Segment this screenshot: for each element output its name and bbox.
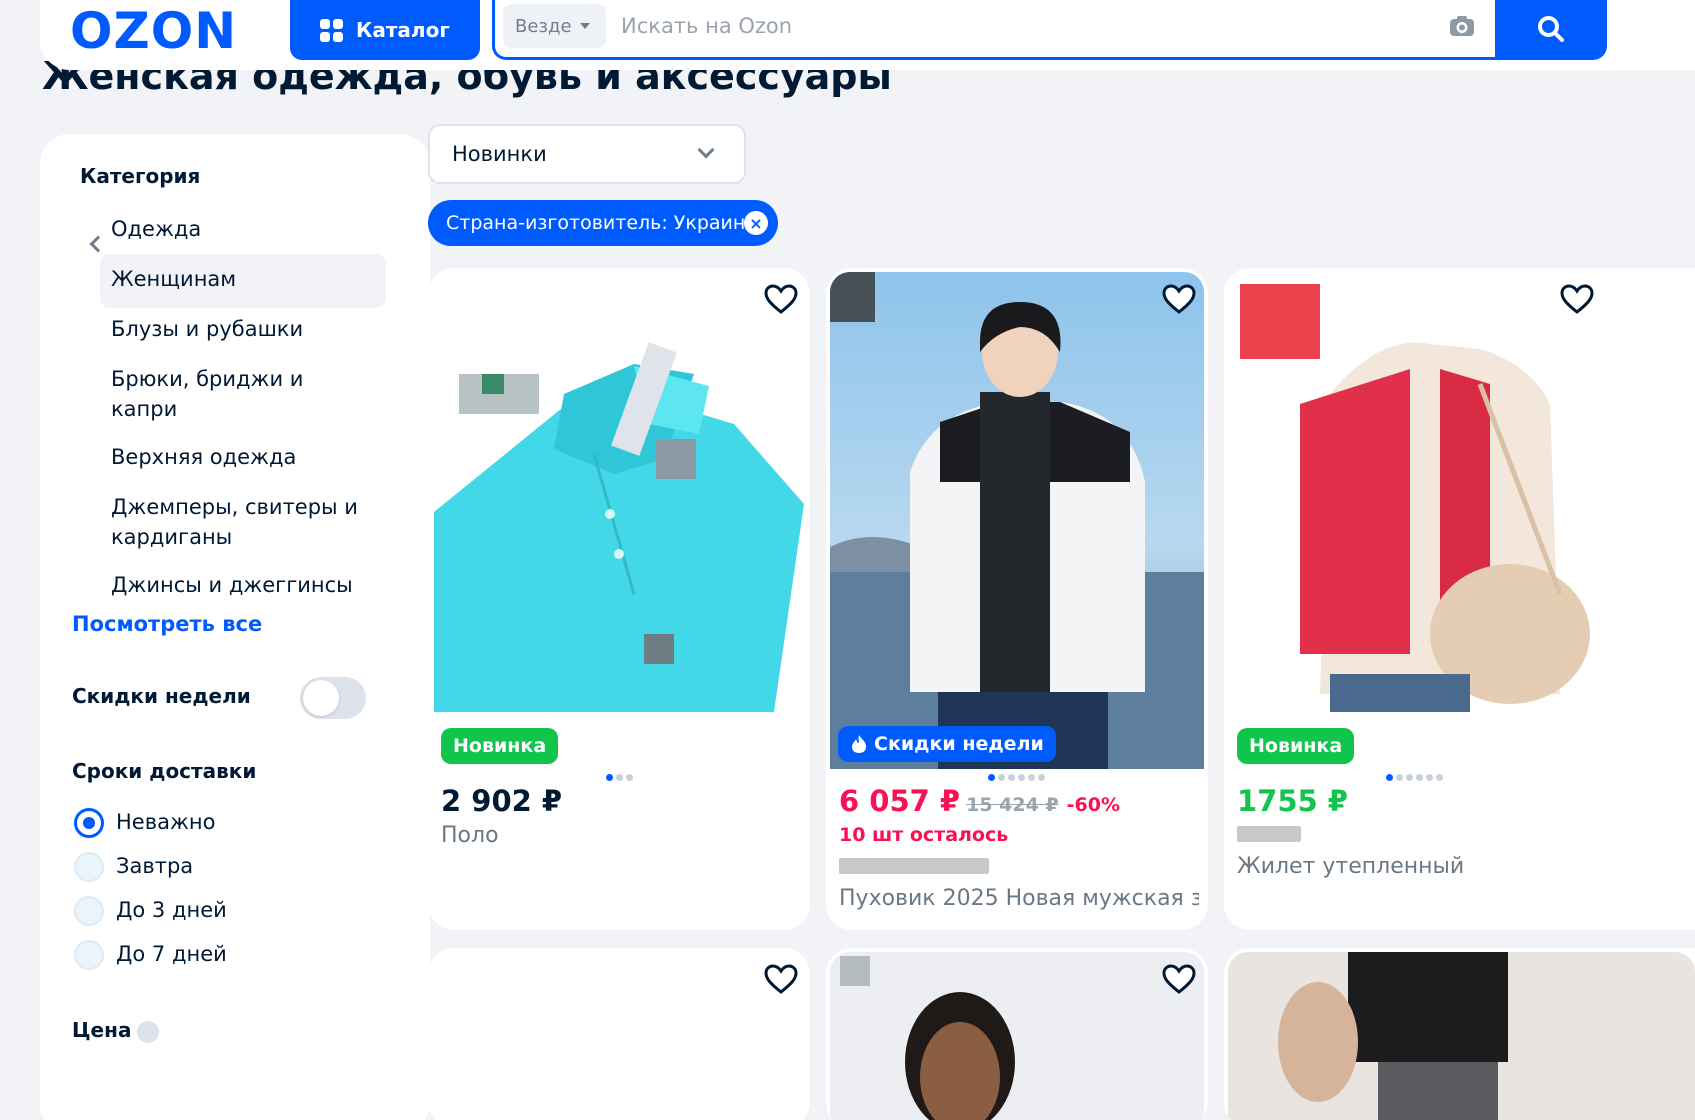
blurred-seller [1237, 826, 1301, 842]
flame-icon [852, 735, 866, 753]
price-heading-label: Цена [72, 1018, 132, 1042]
sort-value: Новинки [452, 142, 547, 166]
image-carousel-dots[interactable] [1386, 774, 1443, 781]
search-scope-label: Везде [515, 15, 572, 37]
sidebar-item-outerwear[interactable]: Верхняя одежда [111, 442, 371, 472]
heart-icon[interactable] [1559, 283, 1595, 315]
toggle-knob [303, 680, 339, 716]
heart-icon[interactable] [763, 963, 799, 995]
new-badge: Новинка [441, 728, 559, 764]
top-header: OZON Каталог Везде [40, 0, 1695, 70]
product-card[interactable] [1224, 948, 1695, 1120]
ozon-logo[interactable]: OZON [70, 2, 237, 60]
sale-price: 6 057 ₽ [839, 784, 961, 818]
weekly-discount-badge: Скидки недели [838, 726, 1056, 762]
product-image[interactable] [830, 952, 1204, 1120]
parent-category-link[interactable]: Одежда [111, 214, 371, 244]
product-card[interactable] [428, 948, 810, 1120]
caret-down-icon [579, 23, 590, 29]
chevron-down-icon [697, 141, 715, 159]
weekly-discounts-label: Скидки недели [72, 684, 251, 708]
model-outfit-image [1278, 952, 1508, 1120]
model-portrait-image [840, 956, 1015, 1120]
image-carousel-dots[interactable] [988, 774, 1045, 781]
search-button[interactable] [1495, 0, 1607, 60]
catalog-button[interactable]: Каталог [290, 0, 480, 60]
radio-delivery-any[interactable] [74, 808, 104, 838]
sidebar-item-jeans[interactable]: Джинсы и джеггинсы [111, 570, 371, 600]
delivery-heading: Сроки доставки [72, 759, 257, 783]
filter-sidebar: Категория Одежда Женщинам Блузы и рубашк… [40, 134, 430, 1120]
radio-delivery-tomorrow[interactable] [74, 852, 104, 882]
heart-icon[interactable] [763, 283, 799, 315]
radio-delivery-7days[interactable] [74, 940, 104, 970]
radio-delivery-any-label: Неважно [116, 810, 216, 834]
catalog-button-label: Каталог [356, 18, 450, 42]
sidebar-item-jumpers[interactable]: Джемперы, свитеры и кардиганы [111, 492, 371, 552]
new-badge: Новинка [1237, 728, 1355, 764]
heart-icon[interactable] [1161, 283, 1197, 315]
blurred-seller [839, 858, 989, 874]
product-card[interactable]: Новинка 2 902 ₽ Поло [428, 268, 810, 930]
puffer-jacket-image [830, 272, 1204, 769]
sidebar-item-blouses[interactable]: Блузы и рубашки [111, 314, 371, 344]
radio-delivery-3days[interactable] [74, 896, 104, 926]
old-price: 15 424 ₽ [966, 794, 1059, 816]
product-price: 2 902 ₽ [441, 784, 563, 818]
product-card[interactable] [826, 948, 1208, 1120]
product-name[interactable]: Жилет утепленный [1237, 854, 1464, 879]
product-card[interactable]: Скидки недели 6 057 ₽15 424 ₽ -60% 10 шт … [826, 268, 1208, 930]
camera-icon[interactable] [1448, 14, 1476, 38]
see-all-link[interactable]: Посмотреть все [72, 612, 262, 636]
radio-delivery-7days-label: До 7 дней [116, 942, 227, 966]
search-icon [1538, 15, 1564, 42]
sidebar-item-women[interactable]: Женщинам [111, 264, 371, 294]
radio-delivery-3days-label: До 3 дней [116, 898, 227, 922]
product-image[interactable] [434, 274, 804, 712]
red-vest-image [1240, 284, 1590, 712]
category-heading: Категория [80, 164, 201, 188]
price-heading: Цена [72, 1018, 160, 1043]
active-filter-label: Страна-изготовитель: Украина [446, 212, 757, 234]
weekly-discounts-toggle[interactable] [300, 677, 366, 719]
product-image[interactable] [1228, 952, 1695, 1120]
weekly-discount-badge-label: Скидки недели [874, 733, 1044, 755]
product-name[interactable]: Пуховик 2025 Новая мужская з... [839, 886, 1199, 911]
sidebar-item-trousers[interactable]: Брюки, бриджи и капри [111, 364, 331, 424]
close-icon[interactable]: × [744, 211, 768, 235]
sort-select[interactable]: Новинки [428, 124, 746, 184]
search-bar: Везде [492, 0, 1607, 60]
radio-delivery-tomorrow-label: Завтра [116, 854, 194, 878]
search-scope-select[interactable]: Везде [503, 4, 606, 48]
active-filter-chip[interactable]: Страна-изготовитель: Украина × [428, 200, 778, 246]
heart-icon[interactable] [1161, 963, 1197, 995]
product-image[interactable] [830, 272, 1204, 769]
grid-icon [320, 19, 343, 42]
image-carousel-dots[interactable] [606, 774, 633, 781]
polo-shirt-image [434, 342, 804, 712]
chevron-left-icon[interactable] [89, 235, 107, 253]
product-card[interactable]: Новинка 1755 ₽ Жилет утепленный [1224, 268, 1695, 930]
discount-percent: -60% [1066, 794, 1121, 816]
product-price: 6 057 ₽15 424 ₽ -60% [839, 784, 1120, 818]
info-icon[interactable] [137, 1020, 160, 1043]
product-image[interactable] [1230, 274, 1695, 712]
product-name[interactable]: Поло [441, 823, 499, 848]
search-input[interactable] [621, 6, 1461, 46]
product-price: 1755 ₽ [1237, 784, 1348, 818]
stock-remaining: 10 шт осталось [839, 824, 1009, 846]
